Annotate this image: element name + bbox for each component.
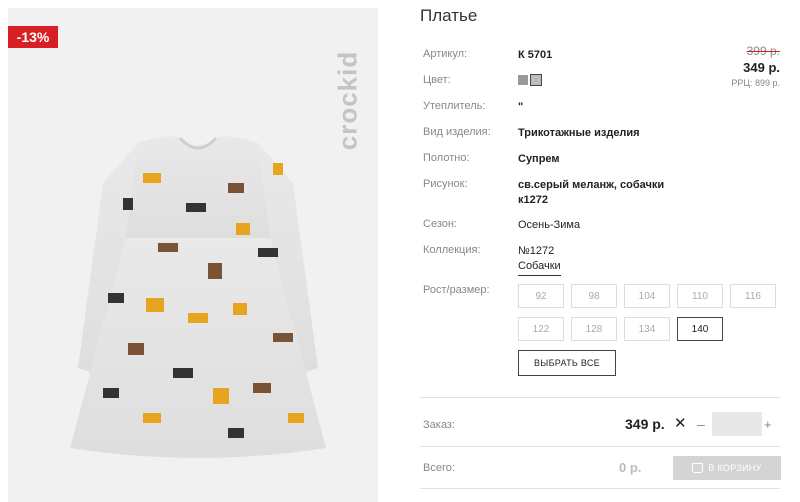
product-photo[interactable] bbox=[8, 8, 378, 502]
divider bbox=[420, 397, 780, 398]
total-value: 0 р. bbox=[619, 460, 642, 475]
color-swatch[interactable] bbox=[518, 75, 528, 86]
size-option[interactable]: 92 bbox=[518, 284, 564, 308]
size-option-selected[interactable]: 140 bbox=[677, 317, 723, 341]
size-option[interactable]: 122 bbox=[518, 317, 564, 341]
page-title: Платье bbox=[420, 6, 478, 25]
spec-value: " bbox=[518, 101, 524, 113]
size-option[interactable]: 110 bbox=[677, 284, 723, 308]
new-price: 349 р. bbox=[743, 60, 780, 75]
color-swatches bbox=[518, 73, 688, 88]
price-block: 399 р. 349 р. РРЦ: 899 р. bbox=[731, 44, 780, 88]
decrement-button[interactable]: – bbox=[697, 416, 705, 432]
add-to-cart-label: В КОРЗИНУ bbox=[708, 463, 762, 473]
rrp-price: РРЦ: 899 р. bbox=[731, 78, 780, 88]
spec-value: Трикотажные изделия bbox=[518, 127, 640, 139]
spec-value: Супрем bbox=[518, 153, 560, 165]
divider bbox=[420, 488, 780, 489]
spec-label: Артикул: bbox=[423, 48, 468, 60]
total-label: Всего: bbox=[423, 462, 455, 474]
add-to-cart-button[interactable]: В КОРЗИНУ bbox=[673, 456, 781, 480]
select-all-button[interactable]: ВЫБРАТЬ ВСЕ bbox=[518, 350, 616, 376]
old-price: 399 р. bbox=[746, 44, 780, 58]
size-option[interactable]: 128 bbox=[571, 317, 617, 341]
spec-label: Полотно: bbox=[423, 152, 470, 164]
collection-link[interactable]: №1272 Собачки bbox=[518, 244, 561, 276]
size-option[interactable]: 98 bbox=[571, 284, 617, 308]
spec-label: Утеплитель: bbox=[423, 100, 486, 112]
discount-badge: -13% bbox=[8, 26, 58, 48]
spec-label: Коллекция: bbox=[423, 244, 481, 256]
remove-icon[interactable]: ✕ bbox=[674, 414, 687, 432]
size-label: Рост/размер: bbox=[423, 284, 490, 296]
order-price: 349 р. bbox=[625, 416, 665, 432]
spec-label: Цвет: bbox=[423, 74, 451, 86]
size-option[interactable]: 104 bbox=[624, 284, 670, 308]
divider bbox=[420, 446, 780, 447]
order-label: Заказ: bbox=[423, 419, 455, 431]
spec-value: св.серый меланж, собачки к1272 bbox=[518, 179, 665, 206]
color-swatch-selected[interactable] bbox=[530, 74, 542, 87]
brand-logo: crockid bbox=[332, 50, 363, 151]
spec-label: Вид изделия: bbox=[423, 126, 491, 138]
spec-value: Осень-Зима bbox=[518, 219, 581, 231]
size-option[interactable]: 134 bbox=[624, 317, 670, 341]
dress-image bbox=[70, 136, 326, 458]
quantity-input[interactable] bbox=[712, 412, 762, 436]
spec-label: Сезон: bbox=[423, 218, 457, 230]
increment-button[interactable]: + bbox=[764, 417, 772, 432]
size-option[interactable]: 116 bbox=[730, 284, 776, 308]
cart-icon bbox=[692, 462, 704, 473]
spec-value: К 5701 bbox=[518, 49, 553, 61]
spec-label: Рисунок: bbox=[423, 178, 468, 190]
